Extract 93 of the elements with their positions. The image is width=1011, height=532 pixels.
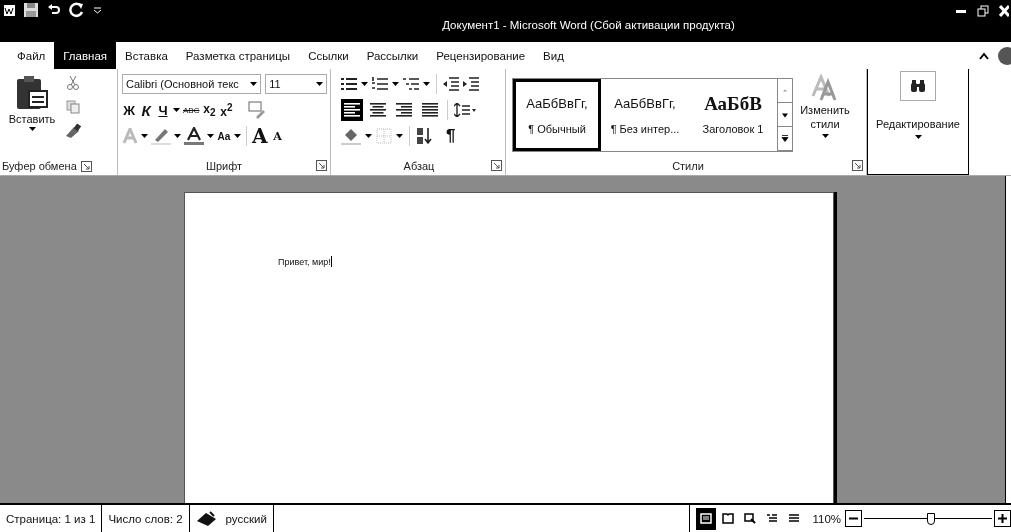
decrease-indent-icon[interactable]	[443, 77, 459, 91]
style-item[interactable]: АаБбВвГг, ¶ Обычный	[513, 79, 601, 151]
format-button[interactable]: ABC	[183, 105, 200, 115]
caret-icon	[392, 82, 399, 86]
zoom-level[interactable]: 110%	[812, 512, 841, 525]
language-indicator[interactable]: русский	[189, 505, 274, 532]
show-marks-button[interactable]: ¶	[446, 126, 456, 146]
font-color-icon[interactable]	[184, 127, 204, 145]
caret-icon	[423, 82, 430, 86]
highlighter-icon[interactable]	[151, 127, 171, 145]
line-spacing-icon[interactable]	[454, 103, 476, 117]
format-button[interactable]: x$^{2}$	[219, 101, 234, 119]
close-icon[interactable]	[999, 5, 1009, 17]
collapse-ribbon-icon[interactable]	[979, 51, 989, 60]
align-button[interactable]	[341, 99, 363, 121]
draft-icon	[788, 513, 801, 524]
group-label: Абзац	[403, 160, 435, 172]
web-layout-icon	[744, 513, 757, 524]
caret-icon	[207, 134, 214, 138]
dialog-launcher-icon[interactable]	[80, 160, 92, 172]
ribbon-tab[interactable]: Главная	[54, 42, 117, 69]
redo-icon[interactable]	[69, 2, 85, 18]
copy-icon[interactable]	[66, 100, 80, 114]
align-lines-icon	[344, 103, 360, 117]
caret-icon	[250, 82, 258, 86]
reading-view-icon	[722, 513, 735, 524]
vertical-scrollbar[interactable]	[1005, 176, 1011, 503]
zoom-out-icon[interactable]	[845, 510, 862, 527]
paste-button[interactable]: Вставить	[4, 73, 60, 157]
caret-icon	[141, 134, 148, 138]
style-item[interactable]: АаБбВ Заголовок 1	[689, 79, 777, 151]
customize-dropdown-icon[interactable]	[93, 6, 102, 14]
style-item[interactable]: АаБбВвГг, ¶ Без интер...	[601, 79, 689, 151]
dialog-launcher-icon[interactable]	[316, 160, 327, 171]
save-icon[interactable]	[23, 2, 39, 18]
shrink-font-button[interactable]: A	[270, 129, 285, 143]
bullet-list-icon[interactable]	[341, 77, 357, 91]
clipboard-icon	[15, 75, 49, 111]
ribbon-tab[interactable]: Вид	[534, 42, 573, 69]
change-styles-button[interactable]: Изменить стили	[797, 74, 853, 157]
group-label: Шрифт	[205, 160, 243, 172]
binoculars-icon	[910, 80, 926, 92]
page-count[interactable]: Страница: 1 из 1	[0, 505, 103, 532]
ribbon-tab[interactable]: Рецензирование	[427, 42, 535, 69]
undo-icon[interactable]	[47, 4, 61, 16]
dialog-launcher-icon[interactable]	[491, 160, 502, 171]
caret-icon	[821, 133, 829, 138]
format-button[interactable]: К	[139, 101, 153, 119]
ribbon-tab[interactable]: Вставка	[116, 42, 177, 69]
format-button[interactable]: Ч	[156, 102, 170, 118]
outline-icon	[766, 513, 779, 524]
document-text[interactable]: Привет, мир!	[278, 256, 332, 267]
print-layout-icon	[700, 513, 713, 524]
numbered-list-icon[interactable]	[372, 77, 388, 91]
grow-font-button[interactable]: A	[252, 124, 268, 148]
caret-icon	[28, 127, 36, 131]
font-size-field[interactable]: 11	[265, 74, 327, 94]
multilevel-list-icon[interactable]	[403, 77, 419, 91]
dialog-launcher-icon[interactable]	[852, 160, 863, 171]
ribbon-tab[interactable]: Файл	[8, 42, 55, 69]
caret-icon	[361, 82, 368, 86]
change-case-button[interactable]: Aa	[217, 130, 231, 142]
scissors-icon[interactable]	[67, 75, 79, 91]
format-button[interactable]: Ж	[122, 102, 136, 118]
word-logo-icon[interactable]	[4, 4, 15, 16]
ribbon-tab[interactable]: Ссылки	[299, 42, 358, 69]
font-name-field[interactable]: Calibri (Основной текс	[122, 74, 262, 94]
caret-icon	[316, 82, 323, 86]
align-lines-icon	[396, 103, 412, 117]
align-lines-icon	[422, 103, 438, 117]
caret-icon	[365, 134, 372, 138]
increase-indent-icon[interactable]	[463, 77, 479, 91]
view-button[interactable]	[696, 507, 717, 530]
ribbon-tab[interactable]: Рассылки	[357, 42, 428, 69]
clear-formatting-icon[interactable]	[248, 101, 267, 119]
align-lines-icon	[370, 103, 386, 117]
group-label: Буфер обмена	[2, 160, 77, 172]
zoom-in-icon[interactable]	[994, 510, 1011, 527]
editing-button[interactable]: Редактирование	[867, 69, 969, 175]
shading-icon[interactable]	[341, 127, 361, 145]
caret-icon	[234, 134, 241, 138]
group-label: Стили	[672, 160, 704, 172]
word-count[interactable]: Число слов: 2	[102, 505, 190, 532]
restore-icon[interactable]	[977, 5, 989, 17]
caret-icon	[174, 134, 181, 138]
window-title: Документ1 - Microsoft Word (Сбой активации продукта)	[441, 19, 736, 31]
caret-icon	[396, 134, 403, 138]
caret-icon	[914, 135, 922, 139]
format-painter-icon[interactable]	[64, 123, 82, 139]
format-button[interactable]: x$_{2}$	[202, 101, 217, 119]
sort-icon[interactable]	[416, 127, 432, 145]
ribbon-tab[interactable]: Разметка страницы	[176, 42, 300, 69]
caret-icon	[173, 108, 180, 112]
